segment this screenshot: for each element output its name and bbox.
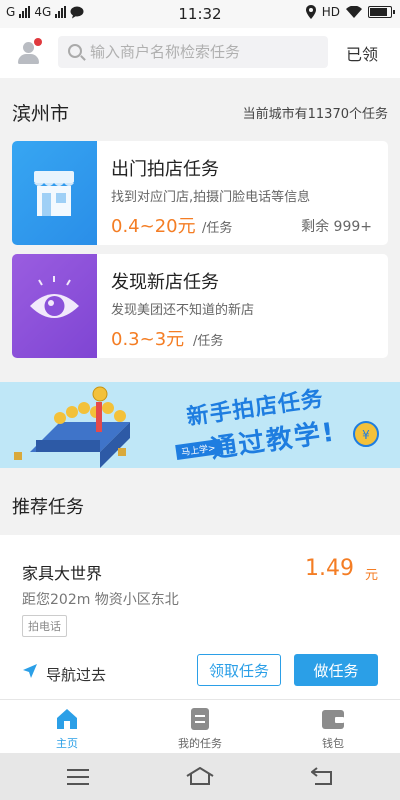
search-input[interactable]: [90, 36, 320, 68]
battery-icon: [368, 6, 395, 18]
task-description: 找到对应门店,拍摄门脸电话等信息: [111, 190, 311, 205]
task-title: 出门拍店任务: [111, 159, 219, 180]
task-list-icon: [191, 708, 209, 730]
task-type-tag: 拍电话: [22, 615, 67, 637]
status-bar: G 4G 11:32 HD: [0, 0, 400, 28]
menu-icon[interactable]: [67, 769, 89, 785]
distance-address: 距您202m 物资小区东北: [22, 592, 179, 608]
bottom-tab-bar: 主页 我的任务 钱包: [0, 699, 400, 753]
tutorial-banner[interactable]: 新手拍店任务 通过教学! 马上学> ¥: [0, 382, 400, 468]
tab-label: 我的任务: [178, 737, 222, 750]
tab-wallet[interactable]: 钱包: [266, 700, 400, 754]
svg-text:¥: ¥: [362, 428, 370, 442]
task-price: 0.4~20元: [111, 216, 196, 237]
task-description: 发现美团还不知道的新店: [111, 303, 255, 318]
task-title: 发现新店任务: [111, 272, 219, 293]
tab-home[interactable]: 主页: [0, 700, 134, 754]
notification-dot: [34, 38, 42, 46]
recommended-task-card[interactable]: 家具大世界 1.49 元 距您202m 物资小区东北 拍电话 导航过去 领取任务…: [0, 535, 400, 699]
claimed-tasks-link[interactable]: 已领: [346, 41, 378, 65]
status-right: HD: [305, 5, 395, 19]
do-task-button[interactable]: 做任务: [294, 654, 378, 686]
search-icon: [68, 44, 82, 58]
navigate-link[interactable]: 导航过去: [46, 664, 106, 685]
task-price: 0.3~3元: [111, 329, 185, 350]
location-pin-icon: [305, 5, 316, 19]
hd-label: HD: [321, 5, 340, 19]
recommend-section-title: 推荐任务: [12, 497, 84, 518]
avatar-head-shape: [23, 42, 34, 53]
eye-icon: [12, 254, 97, 358]
merchant-name: 家具大世界: [22, 564, 103, 583]
reward-currency: 元: [364, 568, 378, 583]
task-remaining: 剩余 999+: [301, 219, 372, 235]
city-row: 滨州市 当前城市有11370个任务: [0, 86, 400, 134]
coin-decoration-icon: ¥: [353, 421, 379, 447]
tab-label: 主页: [56, 737, 78, 750]
avatar[interactable]: [16, 38, 42, 64]
system-nav-bar: [0, 753, 400, 800]
storefront-icon: [12, 141, 97, 245]
banner-illustration: [14, 386, 130, 468]
avatar-body-shape: [18, 54, 39, 64]
home-key-icon[interactable]: [186, 767, 214, 785]
wallet-icon: [322, 710, 344, 729]
home-icon: [57, 709, 77, 729]
city-name[interactable]: 滨州市: [12, 99, 69, 126]
reward-amount: 1.49: [305, 556, 354, 581]
app-header: 已领: [0, 28, 400, 78]
back-icon[interactable]: [311, 767, 333, 785]
task-price-unit: /任务: [193, 334, 224, 349]
claim-task-button[interactable]: 领取任务: [197, 654, 281, 686]
search-box[interactable]: [58, 36, 328, 68]
task-price-unit: /任务: [202, 221, 233, 236]
tab-my-tasks[interactable]: 我的任务: [133, 700, 267, 754]
wifi-icon: [346, 6, 362, 18]
task-card-store-photo[interactable]: 出门拍店任务 找到对应门店,拍摄门脸电话等信息 0.4~20元 /任务 剩余 9…: [12, 141, 388, 245]
tab-label: 钱包: [322, 737, 344, 750]
navigation-arrow-icon[interactable]: [22, 663, 38, 679]
city-task-count: 当前城市有11370个任务: [242, 107, 388, 122]
task-card-new-store[interactable]: 发现新店任务 发现美团还不知道的新店 0.3~3元 /任务: [12, 254, 388, 358]
